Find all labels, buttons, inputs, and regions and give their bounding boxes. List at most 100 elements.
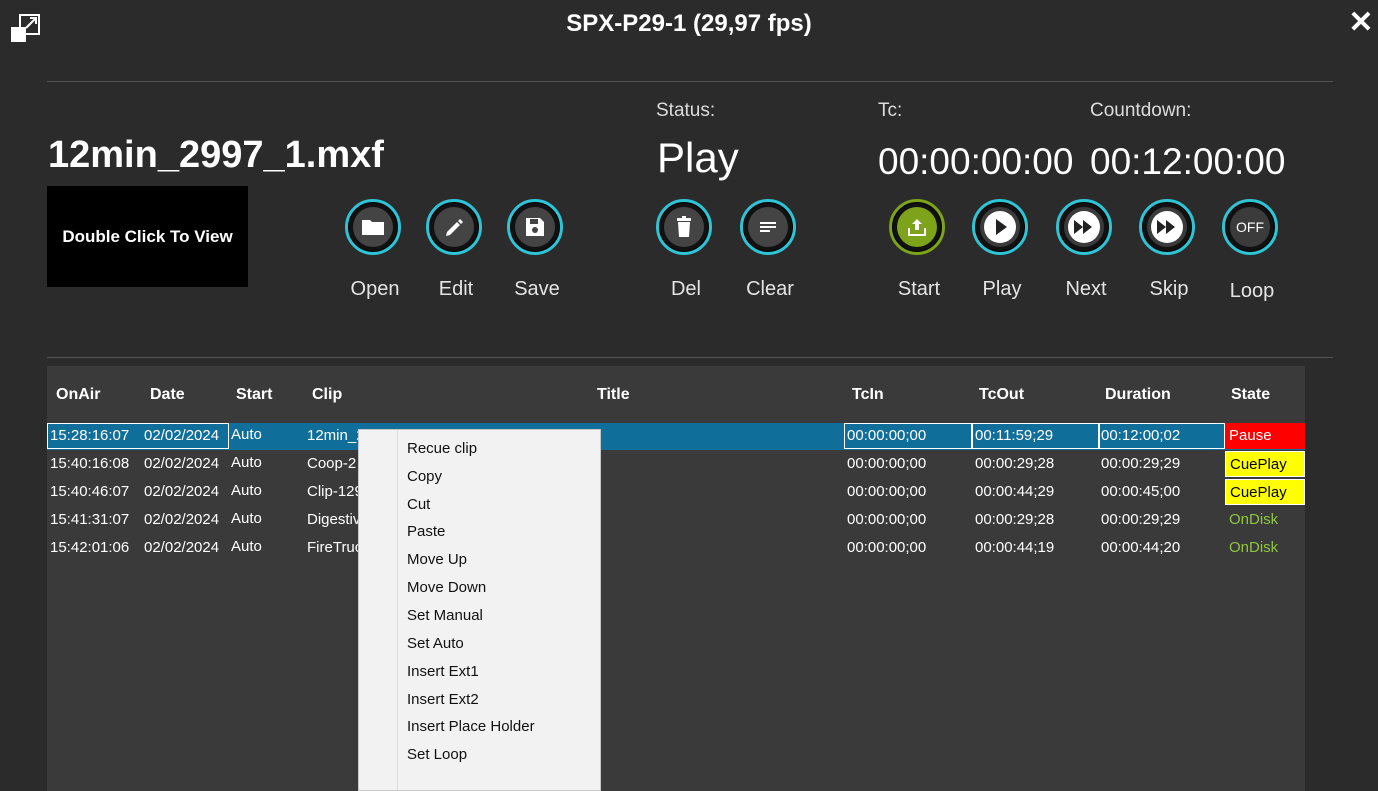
cell-duration: 00:00:45;00 [1101,483,1181,500]
cell-duration: 00:00:29;29 [1101,455,1181,472]
header-onair[interactable]: OnAir [56,386,100,404]
menu-item-move-down[interactable]: Move Down [407,579,486,596]
cell-start: Auto [231,538,262,555]
open-label: Open [350,278,400,300]
context-menu: Recue clip Copy Cut Paste Move Up Move D… [358,429,601,791]
mid-divider [47,357,1333,358]
status-label: Status: [656,100,716,121]
media-filename: 12min_2997_1.mxf [48,134,384,176]
header-tcin[interactable]: TcIn [852,386,884,404]
state-badge: OnDisk [1229,539,1279,556]
header-start[interactable]: Start [236,386,272,404]
state-badge: CuePlay [1225,479,1305,505]
cell-onair: 15:42:01:06 [50,539,130,556]
upload-icon [897,207,937,247]
header-date[interactable]: Date [150,386,185,404]
cell-date: 02/02/2024 [144,455,220,472]
window-title: SPX-P29-1 (29,97 fps) [566,10,812,37]
table-row[interactable]: 15:42:01:06 02/02/2024 Auto FireTruc 00:… [47,535,1305,562]
header-title[interactable]: Title [597,386,630,404]
save-label: Save [514,278,560,300]
play-button[interactable] [972,199,1028,255]
menu-item-insert-place-holder[interactable]: Insert Place Holder [407,718,535,735]
cell-clip: Digestiv [307,511,361,528]
fast-forward-icon [1064,207,1104,247]
cell-clip: Clip-129 [307,483,363,500]
floppy-disk-icon [515,207,555,247]
cell-start: Auto [231,482,262,499]
cell-start: Auto [231,510,262,527]
clear-lines-icon [748,207,788,247]
menu-item-insert-ext1[interactable]: Insert Ext1 [407,663,479,680]
start-button[interactable] [889,199,945,255]
header-tcout[interactable]: TcOut [979,386,1024,404]
play-icon [980,207,1020,247]
next-button[interactable] [1056,199,1112,255]
skip-button[interactable] [1139,199,1195,255]
trash-icon [664,207,704,247]
preview-pane[interactable]: Double Click To View [47,186,248,287]
table-row[interactable]: 15:40:46:07 02/02/2024 Auto Clip-129 00:… [47,479,1305,506]
cell-duration: 00:00:44;20 [1101,539,1181,556]
loop-off-text: OFF [1236,219,1264,235]
clear-button[interactable] [740,199,796,255]
cell-tcout: 00:00:29;28 [975,455,1055,472]
countdown-label: Countdown: [1090,100,1192,121]
loop-label: Loop [1229,280,1275,302]
cell-date: 02/02/2024 [144,427,220,444]
pencil-icon [434,207,474,247]
start-label: Start [897,278,941,300]
menu-item-set-manual[interactable]: Set Manual [407,607,483,624]
header-clip[interactable]: Clip [312,386,342,404]
cell-onair: 15:41:31:07 [50,511,130,528]
loop-off-icon: OFF [1230,207,1270,247]
open-button[interactable] [345,199,401,255]
next-label: Next [1065,278,1107,300]
play-label: Play [982,278,1022,300]
state-badge: CuePlay [1225,451,1305,477]
table-row[interactable]: 15:40:16:08 02/02/2024 Auto Coop-2 00:00… [47,451,1305,478]
menu-item-recue-clip[interactable]: Recue clip [407,440,477,457]
top-divider [47,81,1333,82]
edit-label: Edit [438,278,474,300]
cell-clip: Coop-2 [307,455,357,472]
cell-tcout: 00:00:44;29 [975,483,1055,500]
loop-button[interactable]: OFF [1222,199,1278,255]
menu-gutter-divider [397,430,398,790]
header-state[interactable]: State [1231,386,1270,404]
cell-clip: 12min_2 [307,427,365,444]
table-row[interactable]: 15:28:16:07 02/02/2024 Auto 12min_2 00:0… [47,423,1305,450]
cell-tcin: 00:00:00;00 [847,539,927,556]
cell-onair: 15:28:16:07 [50,427,130,444]
cell-duration: 00:12:00;02 [1101,427,1181,444]
menu-item-cut[interactable]: Cut [407,496,430,513]
table-row[interactable]: 15:41:31:07 02/02/2024 Auto Digestiv 00:… [47,507,1305,534]
close-icon[interactable]: ✕ [1346,8,1376,38]
menu-item-set-auto[interactable]: Set Auto [407,635,464,652]
cell-date: 02/02/2024 [144,539,220,556]
status-value: Play [657,134,739,181]
save-button[interactable] [507,199,563,255]
cell-duration: 00:00:29;29 [1101,511,1181,528]
cell-start: Auto [231,426,262,443]
cell-date: 02/02/2024 [144,483,220,500]
cell-onair: 15:40:46:07 [50,483,130,500]
menu-item-paste[interactable]: Paste [407,523,445,540]
cell-tcout: 00:00:29;28 [975,511,1055,528]
edit-button[interactable] [426,199,482,255]
menu-item-insert-ext2[interactable]: Insert Ext2 [407,691,479,708]
cell-start: Auto [231,454,262,471]
delete-button[interactable] [656,199,712,255]
cell-tcout: 00:11:59;29 [975,427,1054,444]
cell-tcout: 00:00:44;19 [975,539,1055,556]
header-duration[interactable]: Duration [1105,386,1171,404]
cell-clip: FireTruc [307,539,363,556]
tc-value: 00:00:00:00 [878,141,1074,182]
menu-item-set-loop[interactable]: Set Loop [407,746,467,763]
skip-icon [1147,207,1187,247]
skip-label: Skip [1149,278,1189,300]
menu-item-copy[interactable]: Copy [407,468,442,485]
state-badge: OnDisk [1229,511,1279,528]
cell-tcin: 00:00:00;00 [847,455,927,472]
menu-item-move-up[interactable]: Move Up [407,551,467,568]
